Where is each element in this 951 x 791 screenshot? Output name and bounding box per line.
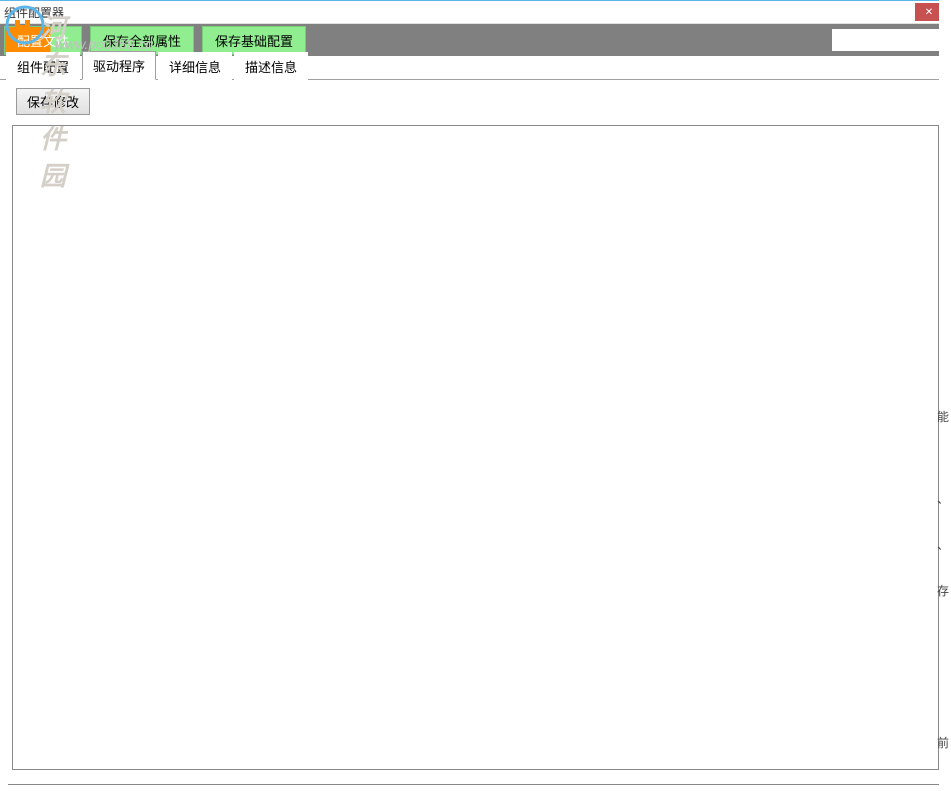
window-title: 组件配置器 [0,4,64,21]
tab-component-config[interactable]: 组件配置 [6,52,80,80]
title-bar: 组件配置器 ✕ [0,0,951,24]
content-area: 保存修改 [0,80,951,791]
right-edge-fragments: 能 、 、 存 前 [939,0,951,791]
fragment-text: 能 [937,408,949,425]
textarea-container [12,125,939,770]
bottom-divider-right [560,784,939,785]
tab-driver[interactable]: 驱动程序 [82,51,156,80]
bottom-divider-left [8,784,561,785]
save-basic-button[interactable]: 保存基础配置 [202,26,306,55]
tab-bar: 组件配置 驱动程序 详细信息 描述信息 [0,56,951,80]
close-icon: ✕ [925,7,933,18]
tab-detail-info[interactable]: 详细信息 [158,52,232,80]
save-changes-button[interactable]: 保存修改 [16,88,90,115]
driver-textarea[interactable] [13,126,938,769]
fragment-text: 、 [937,536,949,553]
tab-description[interactable]: 描述信息 [234,52,308,80]
fragment-text: 前 [937,734,949,751]
fragment-text: 、 [937,490,949,507]
config-file-button[interactable]: 配置文件 [4,26,82,55]
fragment-text: 存 [937,582,949,599]
search-input[interactable] [832,29,947,51]
